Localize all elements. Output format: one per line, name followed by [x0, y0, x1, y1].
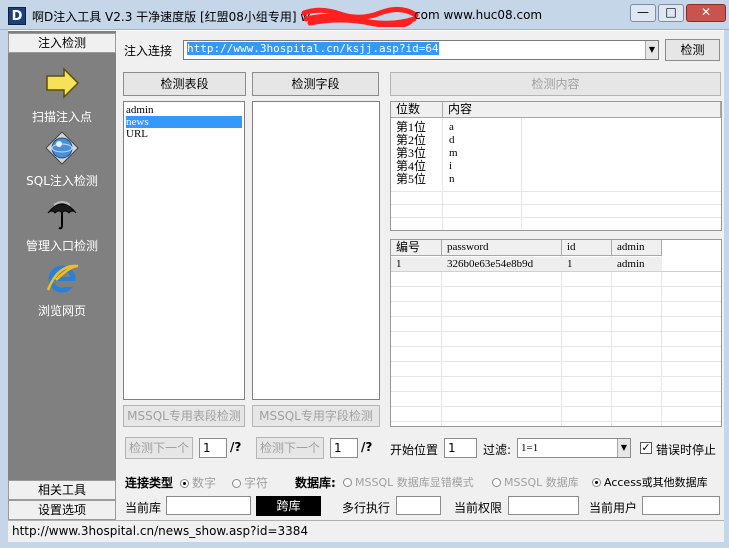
grid-cell: m: [449, 147, 458, 159]
stop-on-error-checkbox[interactable]: ✓: [640, 442, 652, 454]
radio-icon: [232, 479, 241, 488]
sidebar-item-sql-detect[interactable]: SQL注入检测: [8, 130, 116, 189]
ie-icon: [46, 264, 79, 293]
sidebar-item-label: 扫描注入点: [31, 110, 92, 124]
filter-value: 1=1: [521, 442, 539, 454]
sidebar-item-label: 浏览网页: [37, 304, 86, 318]
redaction-scribble: [301, 7, 419, 27]
current-user-label: 当前用户: [589, 501, 638, 515]
permission-input[interactable]: [508, 496, 579, 515]
close-button[interactable]: ✕: [686, 4, 726, 22]
sidebar-item-label: SQL注入检测: [26, 174, 98, 188]
db-access-radio[interactable]: Access或其他数据库: [592, 474, 708, 490]
next-field-suffix: /?: [361, 440, 373, 454]
detect-fields-button[interactable]: 检测字段: [252, 72, 379, 96]
url-combobox[interactable]: http://www.3hospital.cn/ksjj.asp?id=64: [183, 40, 659, 60]
status-url: http://www.3hospital.cn/news_show.asp?id…: [12, 524, 309, 538]
fields-listbox[interactable]: [252, 101, 380, 400]
status-bar: http://www.3hospital.cn/news_show.asp?id…: [8, 520, 724, 542]
grid-cell: n: [449, 173, 455, 185]
grid-header[interactable]: admin: [612, 240, 662, 256]
grid-cell: a: [449, 121, 454, 133]
window-frame-left: [0, 30, 8, 548]
stop-on-error-label: 错误时停止: [656, 443, 717, 457]
chevron-down-icon[interactable]: ▼: [617, 439, 630, 457]
tab-related-tools[interactable]: 相关工具: [8, 480, 116, 500]
grid-cell: i: [449, 160, 453, 172]
next-table-suffix: /?: [230, 440, 242, 454]
conn-type-number-radio[interactable]: 数字: [180, 474, 216, 491]
grid-cell: 1: [567, 258, 573, 270]
table-row[interactable]: 1 326b0e63e54e8b9d 1 admin: [391, 257, 662, 271]
maximize-button[interactable]: □: [658, 4, 684, 22]
list-item[interactable]: admin: [126, 104, 242, 116]
window-frame-right: [724, 30, 729, 548]
grid-cell: 326b0e63e54e8b9d: [447, 258, 534, 270]
db-mssql-radio[interactable]: MSSQL 数据库: [492, 474, 579, 490]
current-db-input[interactable]: [166, 496, 251, 515]
grid-header[interactable]: 内容: [443, 102, 721, 118]
minimize-button[interactable]: —: [630, 4, 656, 22]
cross-db-button[interactable]: 跨库: [256, 496, 321, 516]
chevron-down-icon[interactable]: ▼: [645, 41, 658, 59]
tab-settings[interactable]: 设置选项: [8, 500, 116, 520]
multi-exec-input[interactable]: [396, 496, 441, 515]
globe-target-icon: [45, 131, 79, 165]
list-item[interactable]: URL: [126, 128, 242, 140]
list-item-selected[interactable]: news: [126, 116, 242, 128]
url-value: http://www.3hospital.cn/ksjj.asp?id=64: [187, 42, 439, 55]
permission-label: 当前权限: [454, 501, 503, 515]
url-label: 注入连接: [124, 44, 173, 58]
radio-icon: [343, 478, 352, 487]
window-title-url: com www.huc08.com: [414, 8, 543, 22]
detect-button[interactable]: 检测: [665, 39, 720, 61]
tab-injection-detect[interactable]: 注入检测: [8, 33, 116, 53]
multi-exec-label: 多行执行: [342, 501, 391, 515]
position-grid[interactable]: 位数 内容 第1位 第2位 第3位 第4位 第5位 a d m i n: [390, 101, 722, 231]
result-grid[interactable]: 编号 password id admin 1 326b0e63e54e8b9d …: [390, 239, 722, 427]
current-db-label: 当前库: [125, 501, 162, 515]
sidebar-item-label: 管理入口检测: [25, 239, 98, 253]
grid-cell: 第5位: [396, 172, 427, 186]
detect-content-button[interactable]: 检测内容: [390, 72, 721, 96]
umbrella-icon: [47, 201, 77, 230]
sidebar-item-scan[interactable]: 扫描注入点: [8, 66, 116, 125]
arrow-icon: [46, 67, 80, 99]
grid-header[interactable]: 位数: [391, 102, 443, 118]
window-title: 啊D注入工具 V2.3 干净速度版 [红盟08小组专用] w: [32, 10, 311, 24]
next-table-input[interactable]: 1: [199, 438, 227, 458]
detect-tables-button[interactable]: 检测表段: [123, 72, 246, 96]
grid-cell: 1: [396, 258, 402, 270]
radio-icon: [592, 478, 601, 487]
sidebar-item-admin-detect[interactable]: 管理入口检测: [8, 195, 116, 254]
next-table-button[interactable]: 检测下一个: [125, 437, 193, 459]
grid-header[interactable]: id: [562, 240, 612, 256]
filter-select[interactable]: 1=1: [517, 438, 631, 458]
conn-type-string-radio[interactable]: 字符: [232, 474, 268, 491]
connection-type-label: 连接类型: [125, 476, 174, 490]
database-label: 数据库:: [295, 476, 336, 490]
sidebar-item-browse[interactable]: 浏览网页: [8, 260, 116, 319]
app-icon: D: [8, 7, 26, 25]
db-mssql-error-radio[interactable]: MSSQL 数据库显错模式: [343, 474, 474, 490]
radio-icon: [492, 478, 501, 487]
next-field-button[interactable]: 检测下一个: [256, 437, 324, 459]
mssql-table-detect-button[interactable]: MSSQL专用表段检测: [123, 405, 245, 427]
tables-listbox[interactable]: admin news URL: [123, 101, 245, 400]
window-frame-bottom: [0, 542, 729, 548]
grid-header[interactable]: password: [442, 240, 562, 256]
title-bar[interactable]: D 啊D注入工具 V2.3 干净速度版 [红盟08小组专用] w com www…: [0, 0, 729, 30]
radio-icon: [180, 479, 189, 488]
start-position-input[interactable]: 1: [444, 438, 477, 458]
next-field-input[interactable]: 1: [330, 438, 358, 458]
grid-cell: d: [449, 134, 455, 146]
start-position-label: 开始位置: [390, 443, 439, 457]
current-user-input[interactable]: [642, 496, 720, 515]
mssql-field-detect-button[interactable]: MSSQL专用字段检测: [252, 405, 380, 427]
grid-header[interactable]: 编号: [391, 240, 442, 256]
grid-cell: admin: [617, 258, 645, 270]
filter-label: 过滤:: [483, 443, 512, 457]
